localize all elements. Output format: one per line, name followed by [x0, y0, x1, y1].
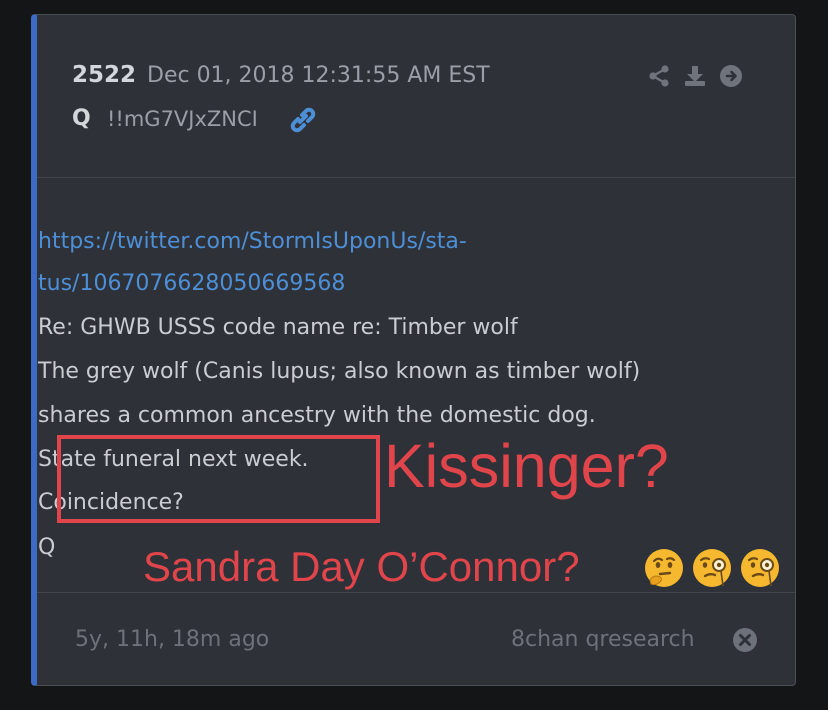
post-number: 2522: [72, 62, 137, 88]
close-circle-icon[interactable]: [732, 627, 758, 653]
face-with-monocle-icon: [738, 546, 782, 594]
post-actions: [646, 63, 744, 89]
thinking-face-icon: [642, 546, 686, 594]
post-source[interactable]: 8chan qresearch: [511, 627, 695, 652]
arrow-right-circle-icon[interactable]: [718, 63, 744, 89]
tweet-link-line-1[interactable]: https://twitter.com/StormIsUponUs/sta-: [38, 229, 467, 254]
share-icon[interactable]: [646, 63, 672, 89]
post-author: Q: [72, 106, 91, 131]
post-tripcode: !!mG7VJxZNCI: [107, 107, 258, 131]
post-date: Dec 01, 2018 12:31:55 AM EST: [147, 63, 490, 88]
body-signature: Q: [38, 535, 56, 560]
annotation-kissinger: Kissinger?: [384, 432, 669, 500]
post-age: 5y, 11h, 18m ago: [75, 627, 270, 652]
body-line: shares a common ancestry with the domest…: [38, 403, 596, 428]
tweet-link-line-2[interactable]: tus/1067076628050669568: [38, 271, 345, 296]
link-icon[interactable]: [287, 105, 317, 135]
emoji-row: [642, 546, 782, 594]
download-icon[interactable]: [682, 63, 708, 89]
face-with-monocle-icon: [690, 546, 734, 594]
annotation-oconnor: Sandra Day O’Connor?: [143, 543, 580, 590]
post-header: 2522 Dec 01, 2018 12:31:55 AM EST Q !!mG…: [37, 15, 795, 178]
body-line: Re: GHWB USSS code name re: Timber wolf: [38, 315, 518, 340]
body-line: The grey wolf (Canis lupus; also known a…: [38, 359, 641, 384]
highlight-box: [57, 435, 380, 523]
